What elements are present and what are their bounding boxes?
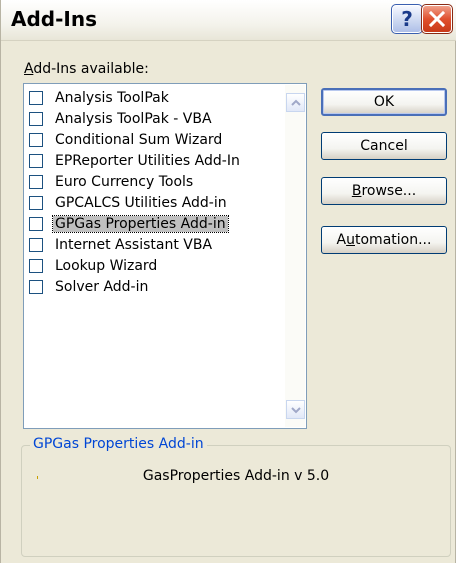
scroll-down-button[interactable] — [286, 400, 305, 419]
label-text: dd-Ins available: — [33, 61, 149, 77]
ok-button[interactable]: OK — [321, 88, 447, 116]
browse-button[interactable]: Browse... — [321, 177, 447, 205]
selected-addin-description: GasProperties Add-in v 5.0 — [142, 468, 330, 484]
addin-details-group: GPGas Properties Add-in GasProperties Ad… — [21, 436, 451, 557]
chevron-up-icon — [290, 99, 301, 106]
list-item[interactable]: Lookup Wizard — [29, 256, 269, 276]
checkbox[interactable] — [29, 91, 43, 105]
checkbox[interactable] — [29, 238, 43, 252]
add-ins-dialog: Add-Ins ? Add-Ins available: Analysis To… — [0, 0, 456, 563]
list-item-label: Analysis ToolPak — [55, 90, 169, 106]
window-title: Add-Ins — [11, 7, 97, 31]
list-item-label: Internet Assistant VBA — [55, 237, 213, 253]
list-item[interactable]: Euro Currency Tools — [29, 172, 269, 192]
checkbox[interactable] — [29, 154, 43, 168]
close-icon — [428, 10, 446, 28]
list-item-label: Solver Add-in — [55, 279, 149, 295]
list-item[interactable]: GPCALCS Utilities Add-in — [29, 193, 269, 213]
list-item-selected[interactable]: GPGas Properties Add-in — [29, 214, 269, 234]
checkbox[interactable] — [29, 196, 43, 210]
title-bar[interactable]: Add-Ins ? — [1, 0, 456, 41]
list-item-label: Conditional Sum Wizard — [55, 132, 223, 148]
help-icon: ? — [401, 7, 413, 31]
list-item-label: EPReporter Utilities Add-In — [55, 153, 240, 169]
label-accelerator: A — [24, 61, 34, 77]
checkbox[interactable] — [29, 280, 43, 294]
close-button[interactable] — [421, 4, 453, 34]
checkbox[interactable] — [29, 259, 43, 273]
automation-button[interactable]: Au tomation... — [321, 226, 447, 254]
add-ins-available-label: Add-Ins available: — [24, 61, 149, 77]
checkbox[interactable] — [29, 133, 43, 147]
list-item[interactable]: Internet Assistant VBA — [29, 235, 269, 255]
browse-label: rowse... — [361, 183, 417, 199]
automation-accelerator: u — [346, 232, 355, 248]
list-item[interactable]: Solver Add-in — [29, 277, 269, 297]
list-item[interactable]: Conditional Sum Wizard — [29, 130, 269, 150]
selected-addin-title: GPGas Properties Add-in — [30, 436, 207, 452]
list-item[interactable]: EPReporter Utilities Add-In — [29, 151, 269, 171]
list-item[interactable]: Analysis ToolPak — [29, 88, 269, 108]
chevron-down-icon — [290, 406, 301, 413]
checkbox[interactable] — [29, 112, 43, 126]
checkbox[interactable] — [29, 217, 43, 231]
list-item-label: GPGas Properties Add-in — [52, 215, 229, 233]
list-item-label: Lookup Wizard — [55, 258, 158, 274]
checkbox[interactable] — [29, 175, 43, 189]
automation-label-rest: tomation... — [355, 232, 432, 248]
list-item-label: Euro Currency Tools — [55, 174, 194, 190]
add-ins-list[interactable]: Analysis ToolPak Analysis ToolPak - VBA … — [23, 83, 307, 429]
list-item-label: GPCALCS Utilities Add-in — [55, 195, 227, 211]
automation-label-a: A — [336, 232, 347, 248]
list-item-label: Analysis ToolPak - VBA — [55, 111, 212, 127]
list-item[interactable]: Analysis ToolPak - VBA — [29, 109, 269, 129]
scroll-up-button[interactable] — [286, 93, 305, 112]
browse-accelerator: B — [351, 183, 362, 199]
cancel-button[interactable]: Cancel — [321, 132, 447, 160]
help-button[interactable]: ? — [391, 4, 423, 34]
list-scrollbar[interactable] — [285, 85, 305, 427]
